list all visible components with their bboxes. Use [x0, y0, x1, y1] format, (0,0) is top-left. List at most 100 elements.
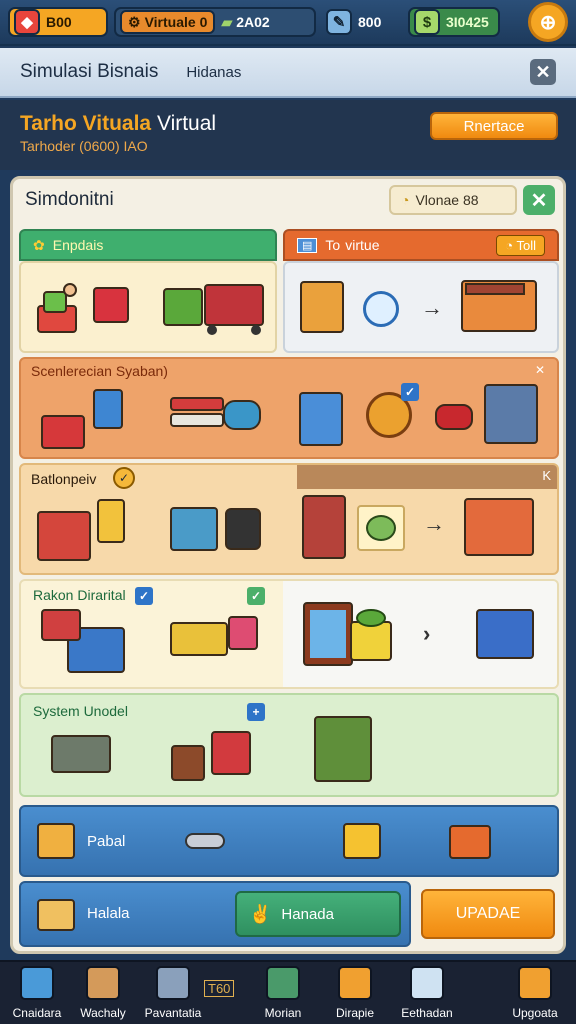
- shop-stall-item[interactable]: [37, 277, 97, 337]
- tab-virtual-badge-label: Toll: [516, 237, 536, 253]
- money-icon: ▰: [221, 13, 233, 30]
- open-box-item[interactable]: [457, 275, 541, 337]
- add-coins-button[interactable]: ⊕: [528, 2, 568, 42]
- jar-item[interactable]: [225, 611, 261, 655]
- cart-item[interactable]: [201, 273, 267, 337]
- tab-virtual[interactable]: ▤ To virtue ◔ Toll: [283, 229, 559, 261]
- section-system-label: System Unodel: [33, 703, 128, 719]
- cabinet-item[interactable]: [299, 493, 349, 561]
- market-stall-item[interactable]: [37, 495, 137, 561]
- tab-eethadan[interactable]: Eethadan: [392, 966, 462, 1024]
- folders-item[interactable]: [167, 503, 221, 555]
- warehouse-icon: [20, 966, 54, 1000]
- panel-close-button[interactable]: ✕: [523, 185, 555, 215]
- tab-virtual-badge[interactable]: ◔ Toll: [496, 234, 545, 256]
- interface-button[interactable]: Rnertace: [430, 112, 558, 140]
- produce-box-item[interactable]: [347, 605, 395, 661]
- pots-item[interactable]: [171, 715, 251, 781]
- resource-tools[interactable]: ✎ 800: [322, 7, 402, 37]
- resource-virtual[interactable]: ⚙ Virtuale 0 ▰ 2A02: [114, 7, 316, 37]
- tea-pot-item[interactable]: [219, 395, 265, 435]
- dumbbell-icon: [185, 833, 225, 849]
- scenario-label-b: Syaban): [115, 363, 168, 379]
- trophy-icon: [338, 966, 372, 1000]
- section-scenario: Scenlerecian Syaban) ✕ ✓: [19, 357, 559, 459]
- computer-desk-item[interactable]: [41, 607, 125, 673]
- tablet-item[interactable]: [221, 505, 265, 553]
- banknote-icon: $: [414, 9, 440, 35]
- collapse-icon[interactable]: K: [542, 468, 551, 483]
- ticket-icon: ◆: [14, 9, 40, 35]
- tab-morian-label: Morian: [264, 1006, 302, 1020]
- close-icon[interactable]: ✕: [530, 59, 556, 85]
- section-development: Batlonpeiv ✓ K →: [19, 463, 559, 575]
- check-icon[interactable]: ✓: [135, 587, 153, 605]
- upgrade-button[interactable]: UPADAE: [421, 889, 555, 939]
- bookstack-item[interactable]: [479, 379, 543, 449]
- nav-subtitle[interactable]: Hidanas: [186, 64, 241, 81]
- clock-icon: ✓: [113, 467, 135, 489]
- cabinet-icon: [156, 966, 190, 1000]
- clipboard-icon: [410, 966, 444, 1000]
- tab-dirapie-label: Dirapie: [335, 1006, 374, 1020]
- paper-bag-item[interactable]: [297, 277, 347, 337]
- title-band: Tarho Vituala Virtual Tarhoder (0600) IA…: [0, 100, 576, 170]
- wrench-icon: ✎: [326, 9, 352, 35]
- basket-item[interactable]: [41, 389, 131, 449]
- tab-pavantatia[interactable]: Pavantatia: [138, 966, 208, 1024]
- cart-icon: [266, 966, 300, 1000]
- clock-icon: ◔: [401, 192, 410, 208]
- books-item[interactable]: [167, 393, 227, 439]
- filter-pill[interactable]: ◔ Vlonae 88: [389, 185, 517, 215]
- virtual-label: Virtuale: [144, 14, 196, 30]
- tab-extra-counter: T60: [204, 980, 235, 997]
- tab-upgoata-label: Upgoata: [512, 1006, 558, 1020]
- gear-icon: ⚙: [128, 13, 141, 30]
- check-icon[interactable]: ✓: [247, 587, 265, 605]
- page-title-rest: Virtual: [156, 112, 217, 135]
- tab-supplies[interactable]: ✿ Enpdais: [19, 229, 277, 261]
- action-row-pabal-label: Pabal: [87, 833, 126, 850]
- magnifier-item[interactable]: [359, 287, 403, 331]
- green-crate-item[interactable]: [311, 713, 375, 785]
- folder-icon: [343, 823, 381, 859]
- tape-item[interactable]: [353, 503, 409, 553]
- crate-cart-item[interactable]: [39, 725, 123, 783]
- tab-upgoata[interactable]: Upgoata: [500, 966, 570, 1024]
- resource-gems[interactable]: ◆ B00: [8, 7, 108, 37]
- bottom-tab-bar: Cnaidara Wachaly Pavantatia T60 Morian D…: [0, 960, 576, 1024]
- ticket-stack-icon: [449, 825, 491, 859]
- section-virtual: →: [283, 261, 559, 353]
- nav-header: Simulasi Bisnais Hidanas ✕: [0, 48, 576, 98]
- tab-wachaly[interactable]: Wachaly: [68, 966, 138, 1024]
- manage-button-label: Hanada: [281, 905, 334, 923]
- resource-cash[interactable]: $ 3I0425: [408, 7, 500, 37]
- panel-header: Simdonitni ◔ Vlonae 88 ✕: [13, 179, 563, 223]
- section-system: System Unodel +: [19, 693, 559, 797]
- dial-item[interactable]: ✓: [357, 383, 421, 447]
- tab-dirapie[interactable]: Dirapie: [320, 966, 390, 1024]
- page-title-accent: Tarho Vituala: [20, 112, 152, 135]
- section-development-header: K: [297, 465, 557, 489]
- action-row-pabal[interactable]: Pabal: [19, 805, 559, 877]
- crate-red-item[interactable]: [91, 283, 131, 327]
- red-pot-item[interactable]: [431, 399, 477, 435]
- monitor-icon: ▤: [297, 237, 318, 253]
- collapse-icon[interactable]: ✕: [535, 363, 545, 377]
- arrow-right-icon: →: [423, 511, 445, 536]
- manage-button[interactable]: ✌ Hanada: [235, 891, 401, 937]
- box-icon: [86, 966, 120, 1000]
- trash-bin-item[interactable]: [295, 389, 347, 449]
- blue-box-item[interactable]: [473, 605, 537, 663]
- shipping-crate-item[interactable]: [461, 495, 537, 559]
- tab-cnaidara-label: Cnaidara: [12, 1006, 62, 1020]
- tab-virtual-label: To virtue: [325, 237, 380, 253]
- green-box-item[interactable]: [161, 285, 205, 329]
- papers-item[interactable]: [167, 617, 231, 661]
- tab-cnaidara[interactable]: Cnaidara: [2, 966, 72, 1024]
- tab-morian[interactable]: Morian: [248, 966, 318, 1024]
- section-digital: Rakon Dirarital ✓ ✓ ›: [19, 579, 559, 689]
- upgrade-icon: [518, 966, 552, 1000]
- tab-pavantatia-label: Pavantatia: [144, 1006, 202, 1020]
- nav-title: Simulasi Bisnais: [20, 61, 159, 82]
